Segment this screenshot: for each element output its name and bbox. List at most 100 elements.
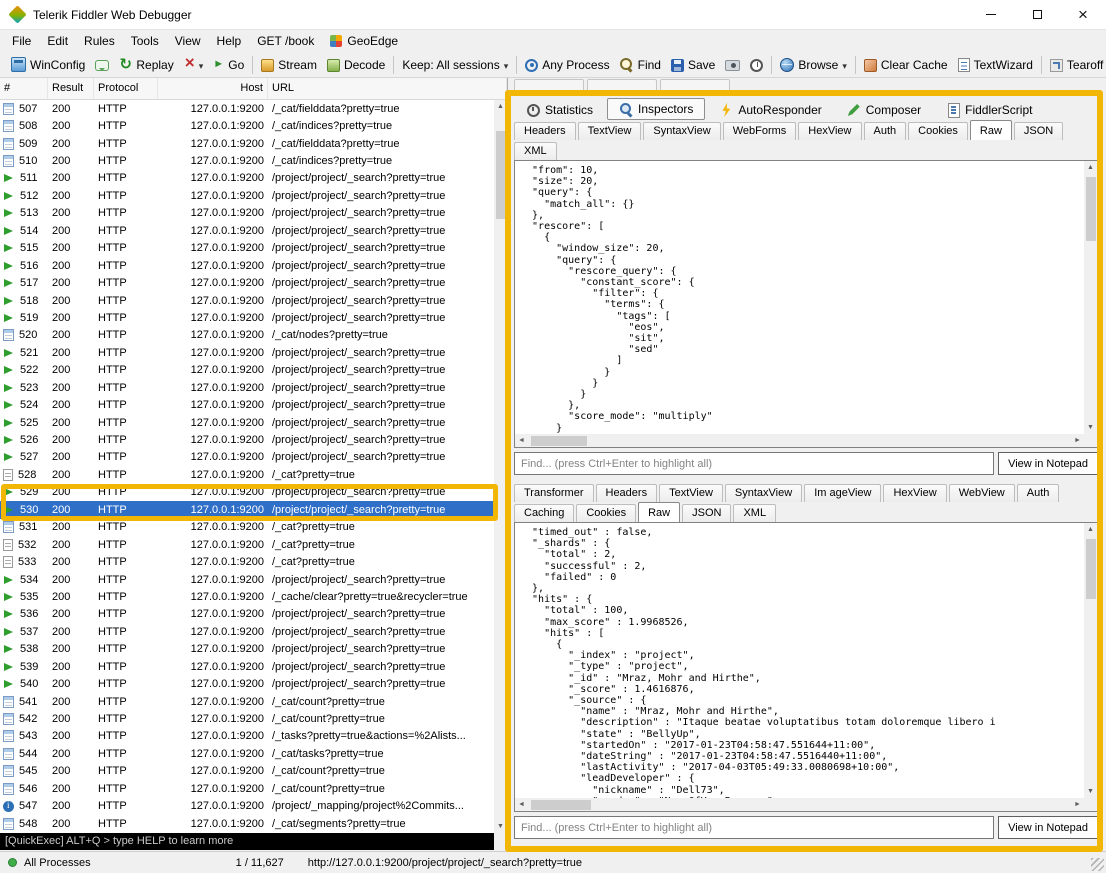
menu-item-file[interactable]: File (4, 31, 39, 51)
column-header-url[interactable]: URL (268, 78, 507, 99)
scroll-right-icon[interactable] (1071, 798, 1084, 811)
table-row[interactable]: 522200HTTP127.0.0.1:9200/project/project… (0, 362, 494, 379)
resize-grip[interactable] (1091, 858, 1104, 871)
response-tab-transformer[interactable]: Transformer (514, 484, 594, 502)
table-row[interactable]: 541200HTTP127.0.0.1:9200/_cat/count?pret… (0, 693, 494, 710)
textwizard-button[interactable]: TextWizard (953, 55, 1038, 75)
table-row[interactable]: 523200HTTP127.0.0.1:9200/project/project… (0, 379, 494, 396)
table-row[interactable]: 538200HTTP127.0.0.1:9200/project/project… (0, 641, 494, 658)
response-vscrollbar[interactable] (1084, 523, 1097, 798)
table-row[interactable]: 542200HTTP127.0.0.1:9200/_cat/count?pret… (0, 710, 494, 727)
tab-statistics[interactable]: Statistics (515, 100, 604, 120)
table-row[interactable]: 521200HTTP127.0.0.1:9200/project/project… (0, 344, 494, 361)
request-hscrollbar[interactable] (515, 434, 1084, 447)
response-tab-json[interactable]: JSON (682, 504, 731, 522)
timer-button[interactable] (745, 55, 768, 75)
column-header-host[interactable]: Host (158, 78, 268, 99)
scroll-thumb[interactable] (1086, 539, 1096, 599)
request-tab-syntaxview[interactable]: SyntaxView (643, 122, 720, 140)
scroll-down-icon[interactable] (1084, 421, 1097, 434)
scroll-right-icon[interactable] (1071, 434, 1084, 447)
response-tab-webview[interactable]: WebView (949, 484, 1015, 502)
table-row[interactable]: 535200HTTP127.0.0.1:9200/_cache/clear?pr… (0, 588, 494, 605)
table-row[interactable]: 511200HTTP127.0.0.1:9200/project/project… (0, 170, 494, 187)
table-row[interactable]: 529200HTTP127.0.0.1:9200/project/project… (0, 484, 494, 501)
response-tab-syntaxview[interactable]: SyntaxView (725, 484, 802, 502)
close-button[interactable] (1060, 0, 1106, 29)
tab-inspectors[interactable]: Inspectors (607, 98, 705, 120)
table-row[interactable]: 528200HTTP127.0.0.1:9200/_cat?pretty=tru… (0, 466, 494, 483)
request-tab-headers[interactable]: Headers (514, 122, 576, 140)
response-tab-headers[interactable]: Headers (596, 484, 658, 502)
table-row[interactable]: 532200HTTP127.0.0.1:9200/_cat?pretty=tru… (0, 536, 494, 553)
table-row[interactable]: 536200HTTP127.0.0.1:9200/project/project… (0, 606, 494, 623)
table-row[interactable]: 524200HTTP127.0.0.1:9200/project/project… (0, 396, 494, 413)
table-row[interactable]: 516200HTTP127.0.0.1:9200/project/project… (0, 257, 494, 274)
table-row[interactable]: 520200HTTP127.0.0.1:9200/_cat/nodes?pret… (0, 327, 494, 344)
table-row[interactable]: 517200HTTP127.0.0.1:9200/project/project… (0, 274, 494, 291)
request-vscrollbar[interactable] (1084, 161, 1097, 434)
maximize-button[interactable] (1014, 0, 1060, 29)
table-row[interactable]: 515200HTTP127.0.0.1:9200/project/project… (0, 240, 494, 257)
table-row[interactable]: 533200HTTP127.0.0.1:9200/_cat?pretty=tru… (0, 553, 494, 570)
request-tab-hexview[interactable]: HexView (798, 122, 861, 140)
table-row[interactable]: 519200HTTP127.0.0.1:9200/project/project… (0, 309, 494, 326)
go-button[interactable]: Go (208, 54, 249, 75)
stream-button[interactable]: Stream (256, 55, 322, 75)
response-tab-cookies[interactable]: Cookies (576, 504, 636, 522)
scroll-up-icon[interactable] (494, 100, 507, 113)
scroll-thumb[interactable] (496, 131, 506, 219)
column-header-[interactable]: # (0, 78, 48, 99)
tearoff-button[interactable]: Tearoff (1045, 55, 1106, 75)
request-find-input[interactable] (514, 452, 994, 475)
tab-composer[interactable]: Composer (836, 100, 932, 120)
quickexec-bar[interactable]: [QuickExec] ALT+Q > type HELP to learn m… (0, 833, 494, 850)
decode-button[interactable]: Decode (322, 55, 390, 75)
camera-button[interactable] (720, 55, 745, 74)
response-tab-auth[interactable]: Auth (1017, 484, 1060, 502)
find-button[interactable]: Find (615, 55, 666, 75)
response-tab-im-ageview[interactable]: Im ageView (804, 484, 881, 502)
table-row[interactable]: 537200HTTP127.0.0.1:9200/project/project… (0, 623, 494, 640)
clipped-tab[interactable] (587, 79, 657, 96)
scroll-thumb[interactable] (531, 800, 591, 810)
menu-item-get-book[interactable]: GET /book (249, 31, 322, 51)
scroll-up-icon[interactable] (1084, 523, 1097, 536)
scroll-thumb[interactable] (531, 436, 587, 446)
request-tab-raw[interactable]: Raw (970, 120, 1012, 140)
menu-item-edit[interactable]: Edit (39, 31, 76, 51)
tab-autoresponder[interactable]: AutoResponder (708, 100, 832, 120)
table-row[interactable]: 546200HTTP127.0.0.1:9200/_cat/count?pret… (0, 780, 494, 797)
table-row[interactable]: 512200HTTP127.0.0.1:9200/project/project… (0, 187, 494, 204)
scroll-down-icon[interactable] (494, 820, 507, 833)
request-view-in-notepad-button[interactable]: View in Notepad (998, 452, 1098, 475)
scroll-left-icon[interactable] (515, 798, 528, 811)
table-row[interactable]: 518200HTTP127.0.0.1:9200/project/project… (0, 292, 494, 309)
request-tab-textview[interactable]: TextView (578, 122, 642, 140)
scroll-down-icon[interactable] (1084, 785, 1097, 798)
response-hscrollbar[interactable] (515, 798, 1084, 811)
table-row[interactable]: 508200HTTP127.0.0.1:9200/_cat/indices?pr… (0, 117, 494, 134)
browse-button[interactable]: Browse (775, 55, 852, 75)
table-row[interactable]: 514200HTTP127.0.0.1:9200/project/project… (0, 222, 494, 239)
response-find-input[interactable] (514, 816, 994, 839)
table-row[interactable]: 526200HTTP127.0.0.1:9200/project/project… (0, 431, 494, 448)
column-header-result[interactable]: Result (48, 78, 94, 99)
request-tab-json[interactable]: JSON (1014, 122, 1063, 140)
tab-fiddlerscript[interactable]: FiddlerScript (935, 100, 1043, 120)
response-view-in-notepad-button[interactable]: View in Notepad (998, 816, 1098, 839)
replay-button[interactable]: Replay (114, 54, 178, 75)
table-row[interactable]: 539200HTTP127.0.0.1:9200/project/project… (0, 658, 494, 675)
menu-item-tools[interactable]: Tools (123, 31, 167, 51)
response-tab-textview[interactable]: TextView (659, 484, 723, 502)
session-list-scrollbar[interactable] (494, 100, 507, 833)
table-row[interactable]: 507200HTTP127.0.0.1:9200/_cat/fielddata?… (0, 100, 494, 117)
scroll-up-icon[interactable] (1084, 161, 1097, 174)
response-tab-raw[interactable]: Raw (638, 502, 680, 522)
table-row[interactable]: 547200HTTP127.0.0.1:9200/project/_mappin… (0, 798, 494, 815)
table-row[interactable]: 545200HTTP127.0.0.1:9200/_cat/count?pret… (0, 763, 494, 780)
menu-item-geoedge[interactable]: GeoEdge (322, 31, 406, 51)
request-tab-cookies[interactable]: Cookies (908, 122, 968, 140)
table-row[interactable]: 531200HTTP127.0.0.1:9200/_cat?pretty=tru… (0, 519, 494, 536)
table-row[interactable]: 544200HTTP127.0.0.1:9200/_cat/tasks?pret… (0, 745, 494, 762)
